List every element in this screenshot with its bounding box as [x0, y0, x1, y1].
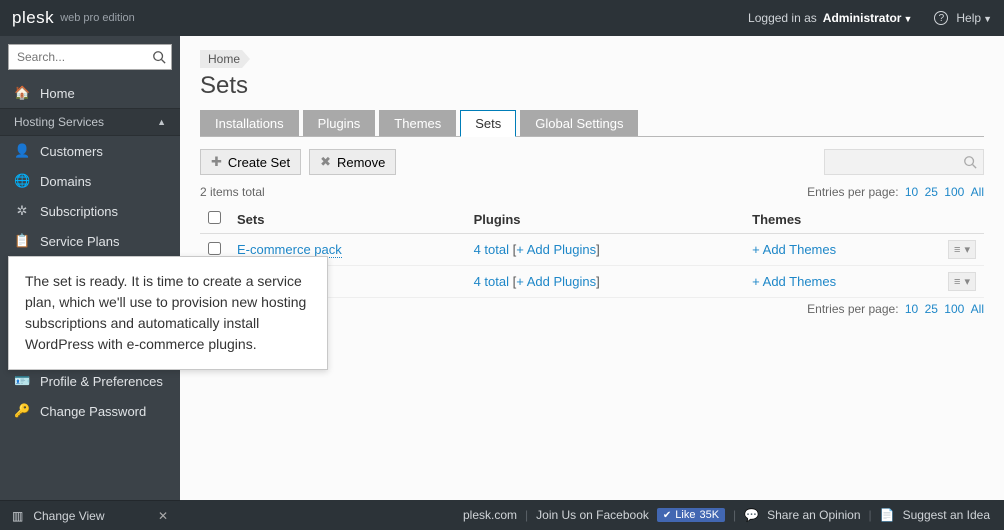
plugins-count-link[interactable]: 4 total [474, 242, 509, 257]
sidebar-item-profile-prefs[interactable]: 🪪 Profile & Preferences [0, 366, 180, 396]
sidebar-item-change-password[interactable]: 🔑 Change Password [0, 396, 180, 426]
facebook-like-button[interactable]: ✔ Like 35K [657, 508, 725, 522]
tab-plugins[interactable]: Plugins [303, 110, 376, 136]
add-plugins-link[interactable]: + Add Plugins [516, 242, 596, 257]
add-plugins-link[interactable]: + Add Plugins [516, 274, 596, 289]
row-checkbox[interactable] [208, 242, 221, 255]
plus-icon: ✚ [211, 154, 222, 170]
sidebar-item-customers[interactable]: 👤 Customers [0, 136, 180, 166]
close-icon[interactable]: ✕ [158, 509, 168, 523]
tabs: Installations Plugins Themes Sets Global… [200, 110, 984, 137]
chevron-up-icon: ▲ [157, 117, 166, 127]
add-themes-link[interactable]: + Add Themes [752, 274, 836, 289]
top-bar: plesk web pro edition Logged in as Admin… [0, 0, 1004, 36]
footer: plesk.com | Join Us on Facebook ✔ Like 3… [180, 500, 1004, 530]
col-sets: Sets [229, 205, 466, 234]
toolbar-search[interactable] [824, 149, 984, 175]
bulb-icon: 📄 [880, 508, 895, 522]
footer-share-link[interactable]: Share an Opinion [767, 508, 860, 522]
thumb-icon: ✔ [663, 510, 671, 521]
sidebar-item-label: Domains [40, 174, 91, 189]
breadcrumb-home[interactable]: Home [200, 50, 250, 68]
clipboard-icon: 📋 [14, 233, 30, 249]
sidebar-item-label: Change Password [40, 404, 146, 419]
plugins-count-link[interactable]: 4 total [474, 274, 509, 289]
help-icon: ? [934, 11, 948, 25]
tab-sets[interactable]: Sets [460, 110, 516, 137]
toolbar: ✚ Create Set ✖ Remove [200, 149, 984, 175]
layout-icon: ▥ [12, 509, 23, 523]
row-actions-menu[interactable]: ≡ ▾ [948, 272, 976, 291]
user-menu[interactable]: Administrator▼ [823, 11, 913, 25]
sidebar-section-hosting[interactable]: Hosting Services ▲ [0, 108, 180, 136]
footer-suggest-link[interactable]: Suggest an Idea [903, 508, 990, 522]
breadcrumb: Home [200, 50, 984, 68]
col-plugins: Plugins [466, 205, 745, 234]
x-icon: ✖ [320, 154, 331, 170]
key-icon: 🔑 [14, 403, 30, 419]
remove-button[interactable]: ✖ Remove [309, 149, 396, 175]
caret-down-icon: ▾ [964, 243, 970, 256]
entries-all[interactable]: All [971, 185, 984, 199]
entries-100[interactable]: 100 [944, 302, 964, 316]
user-icon: 👤 [14, 143, 30, 159]
globe-icon: 🌐 [14, 173, 30, 189]
card-icon: 🪪 [14, 373, 30, 389]
row-actions-menu[interactable]: ≡ ▾ [948, 240, 976, 259]
sidebar-item-home[interactable]: 🏠 Home [0, 78, 180, 108]
select-all-checkbox[interactable] [208, 211, 221, 224]
entries-10[interactable]: 10 [905, 302, 918, 316]
entries-25[interactable]: 25 [925, 185, 938, 199]
sidebar-item-service-plans[interactable]: 📋 Service Plans [0, 226, 180, 256]
chat-icon: 💬 [744, 508, 759, 522]
tab-themes[interactable]: Themes [379, 110, 456, 136]
logged-in-label: Logged in as [748, 11, 817, 25]
entries-100[interactable]: 100 [944, 185, 964, 199]
home-icon: 🏠 [14, 85, 30, 101]
entries-per-page: Entries per page: 10 25 100 All [807, 185, 984, 199]
add-themes-link[interactable]: + Add Themes [752, 242, 836, 257]
footer-facebook-link[interactable]: Join Us on Facebook [536, 508, 649, 522]
col-themes: Themes [744, 205, 940, 234]
items-total: 2 items total [200, 185, 265, 199]
top-right: Logged in as Administrator▼ ? Help▼ [748, 11, 992, 25]
entries-all[interactable]: All [971, 302, 984, 316]
caret-down-icon: ▼ [983, 14, 992, 24]
tab-global-settings[interactable]: Global Settings [520, 110, 638, 136]
sidebar-item-label: Subscriptions [40, 204, 118, 219]
sidebar-item-label: Profile & Preferences [40, 374, 163, 389]
entries-10[interactable]: 10 [905, 185, 918, 199]
sidebar-item-label: Customers [40, 144, 103, 159]
sidebar-item-domains[interactable]: 🌐 Domains [0, 166, 180, 196]
gear-icon: ✲ [14, 203, 30, 219]
search-input[interactable] [8, 44, 172, 70]
create-set-button[interactable]: ✚ Create Set [200, 149, 301, 175]
help-menu[interactable]: Help▼ [956, 11, 992, 25]
logo-edition: web pro edition [60, 12, 135, 24]
search-icon [963, 155, 977, 169]
footer-plesk-link[interactable]: plesk.com [463, 508, 517, 522]
logo: plesk [12, 8, 54, 28]
entries-25[interactable]: 25 [925, 302, 938, 316]
tutorial-callout: The set is ready. It is time to create a… [8, 256, 328, 370]
sidebar-item-label: Service Plans [40, 234, 119, 249]
caret-down-icon: ▾ [964, 275, 970, 288]
tab-installations[interactable]: Installations [200, 110, 299, 136]
sidebar-item-label: Home [40, 86, 75, 101]
caret-down-icon: ▼ [903, 14, 912, 24]
page-title: Sets [200, 72, 984, 100]
sidebar-item-subscriptions[interactable]: ✲ Subscriptions [0, 196, 180, 226]
change-view-bar[interactable]: ▥ Change View ✕ [0, 500, 180, 530]
search-icon[interactable] [152, 50, 166, 64]
